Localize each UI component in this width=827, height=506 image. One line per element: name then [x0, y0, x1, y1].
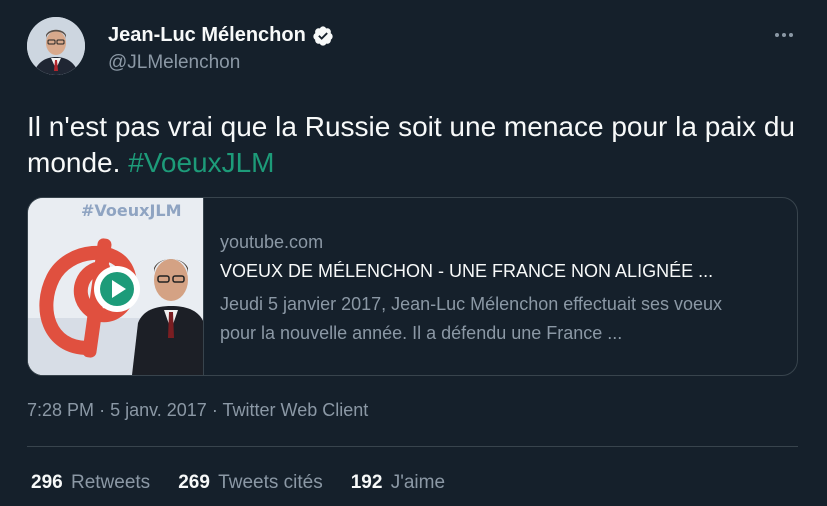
- tweet: Jean-Luc Mélenchon @JLMelenchon Il n'est…: [0, 0, 827, 506]
- tweet-time[interactable]: 7:28 PM: [27, 400, 94, 420]
- likes-label: J'aime: [390, 472, 446, 493]
- author-name[interactable]: Jean-Luc Mélenchon: [108, 24, 334, 47]
- link-card[interactable]: #VoeuxJLM youtube.com VOEUX DE MÉLENCHON…: [27, 197, 798, 376]
- card-thumbnail[interactable]: #VoeuxJLM: [28, 198, 204, 375]
- quotes-stat[interactable]: 269 Tweets cités: [178, 472, 323, 494]
- tweet-date[interactable]: 5 janv. 2017: [110, 400, 207, 420]
- author-display-name[interactable]: Jean-Luc Mélenchon: [108, 24, 306, 47]
- author-handle[interactable]: @JLMelenchon: [108, 52, 240, 74]
- avatar[interactable]: [27, 17, 85, 75]
- tweet-source[interactable]: Twitter Web Client: [223, 400, 369, 420]
- play-icon[interactable]: [94, 266, 140, 312]
- tweet-stats: 296 Retweets 269 Tweets cités 192 J'aime: [31, 472, 445, 494]
- meta-separator: ·: [99, 400, 106, 420]
- likes-stat[interactable]: 192 J'aime: [351, 472, 445, 494]
- card-domain: youtube.com: [220, 232, 324, 252]
- likes-count: 192: [350, 472, 383, 493]
- card-title[interactable]: VOEUX DE MÉLENCHON - UNE FRANCE NON ALIG…: [220, 261, 760, 290]
- retweets-count: 296: [31, 472, 63, 493]
- tweet-meta: 7:28 PM · 5 janv. 2017 · Twitter Web Cli…: [27, 400, 368, 421]
- card-description: Jeudi 5 janvier 2017, Jean-Luc Mélenchon…: [220, 294, 722, 343]
- retweets-label: Retweets: [70, 472, 151, 493]
- quotes-count: 269: [178, 472, 210, 493]
- more-options-icon[interactable]: [775, 28, 797, 42]
- meta-separator: ·: [211, 400, 218, 420]
- divider: [27, 446, 798, 447]
- retweets-stat[interactable]: 296 Retweets: [31, 472, 150, 494]
- tweet-text: Il n'est pas vrai que la Russie soit une…: [27, 109, 797, 181]
- verified-badge-icon: [312, 25, 334, 47]
- hashtag-link[interactable]: #VoeuxJLM: [128, 147, 274, 178]
- quotes-label: Tweets cités: [218, 472, 323, 493]
- card-body[interactable]: youtube.com VOEUX DE MÉLENCHON - UNE FRA…: [204, 198, 760, 375]
- thumbnail-hashtag: #VoeuxJLM: [81, 201, 182, 220]
